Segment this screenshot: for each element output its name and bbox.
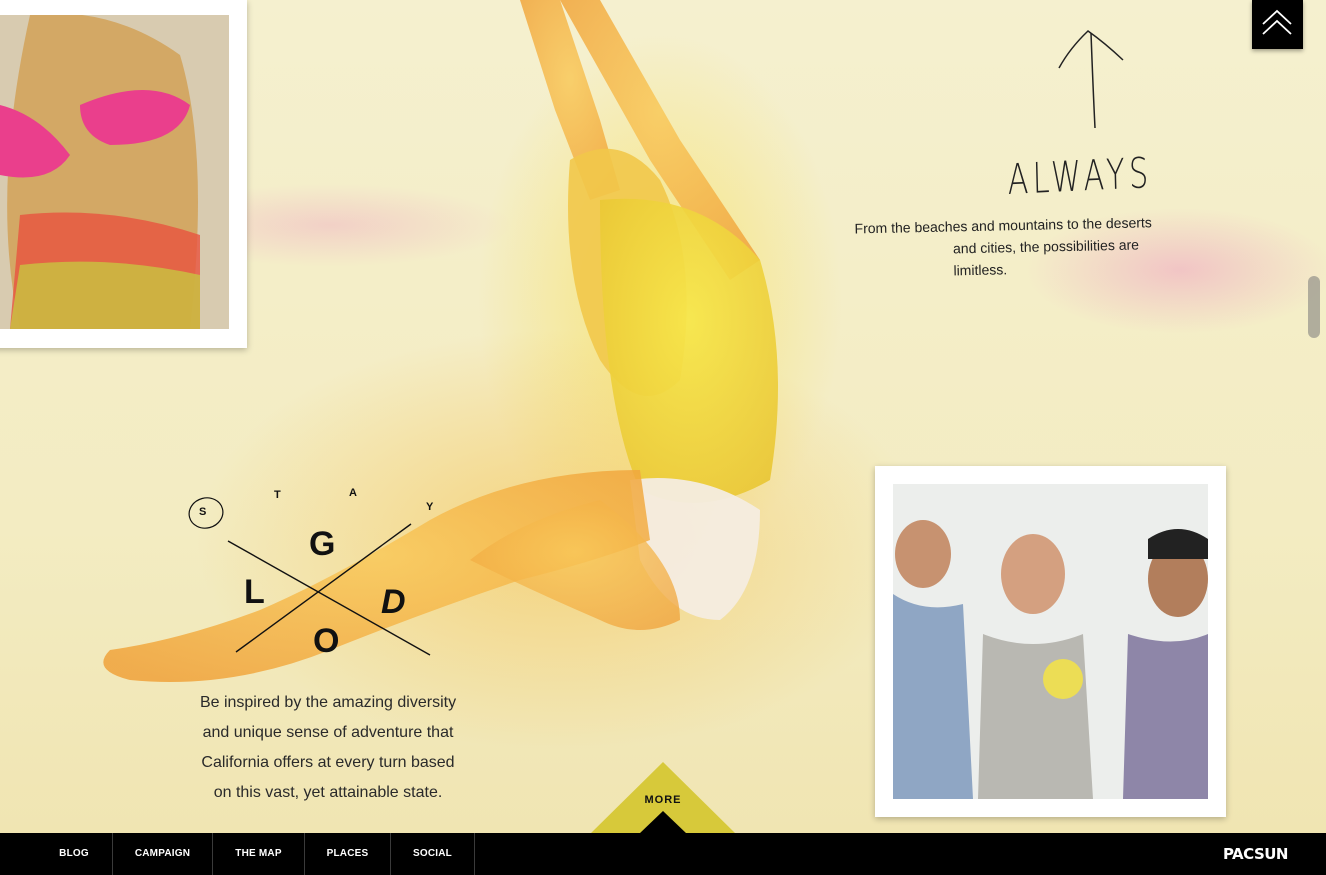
always-text-line-2: and cities, the possibilities are limitl… [952, 236, 1140, 279]
stay-gold-line-1: Be inspired by the amazing diversity [199, 694, 457, 711]
nav-item-social[interactable]: SOCIAL [391, 833, 475, 875]
stay-gold-graphic: S T A Y G L D O [185, 480, 455, 680]
always-description: From the beaches and mountains to the de… [854, 211, 1185, 284]
more-label: MORE [644, 794, 682, 806]
more-button[interactable]: MORE [590, 762, 736, 834]
nav-item-campaign[interactable]: CAMPAIGN [113, 833, 213, 875]
stay-letter-a: A [349, 487, 357, 499]
pacsun-logo[interactable]: PACSUN [1223, 833, 1289, 875]
always-heading: ALWAYS [1007, 147, 1154, 204]
polaroid-photo-left [0, 0, 247, 348]
gold-letter-l: L [244, 573, 265, 611]
double-chevron-up-icon [1262, 9, 1292, 35]
photo-three-guys-with-paint [893, 484, 1208, 799]
stay-letter-t: T [274, 489, 281, 501]
nav-item-places[interactable]: PLACES [305, 833, 391, 875]
stay-letter-s: S [199, 506, 207, 518]
stay-gold-line-4: on this vast, yet attainable state. [213, 784, 443, 801]
arrow-up-icon [1058, 30, 1124, 129]
scrollbar-thumb[interactable] [1308, 276, 1320, 338]
polaroid-photo-right [875, 466, 1226, 817]
bottom-navigation-bar: BLOG CAMPAIGN THE MAP PLACES SOCIAL PACS… [0, 833, 1326, 875]
stay-gold-line-2: and unique sense of adventure that [202, 724, 454, 741]
gold-letter-d: D [381, 583, 406, 621]
nav-item-the-map[interactable]: THE MAP [213, 833, 305, 875]
gold-letter-g: G [309, 525, 336, 563]
back-to-top-button[interactable] [1252, 0, 1303, 49]
stay-gold-line-3: California offers at every turn based [201, 754, 455, 771]
nav-item-blog[interactable]: BLOG [36, 833, 113, 875]
photo-girl-with-paint [0, 15, 229, 329]
stay-letter-y: Y [426, 501, 434, 513]
gold-letter-o: O [313, 622, 340, 660]
stay-gold-description: Be inspired by the amazing diversity and… [196, 688, 460, 808]
always-text-line-1: From the beaches and mountains to the de… [854, 214, 1152, 237]
